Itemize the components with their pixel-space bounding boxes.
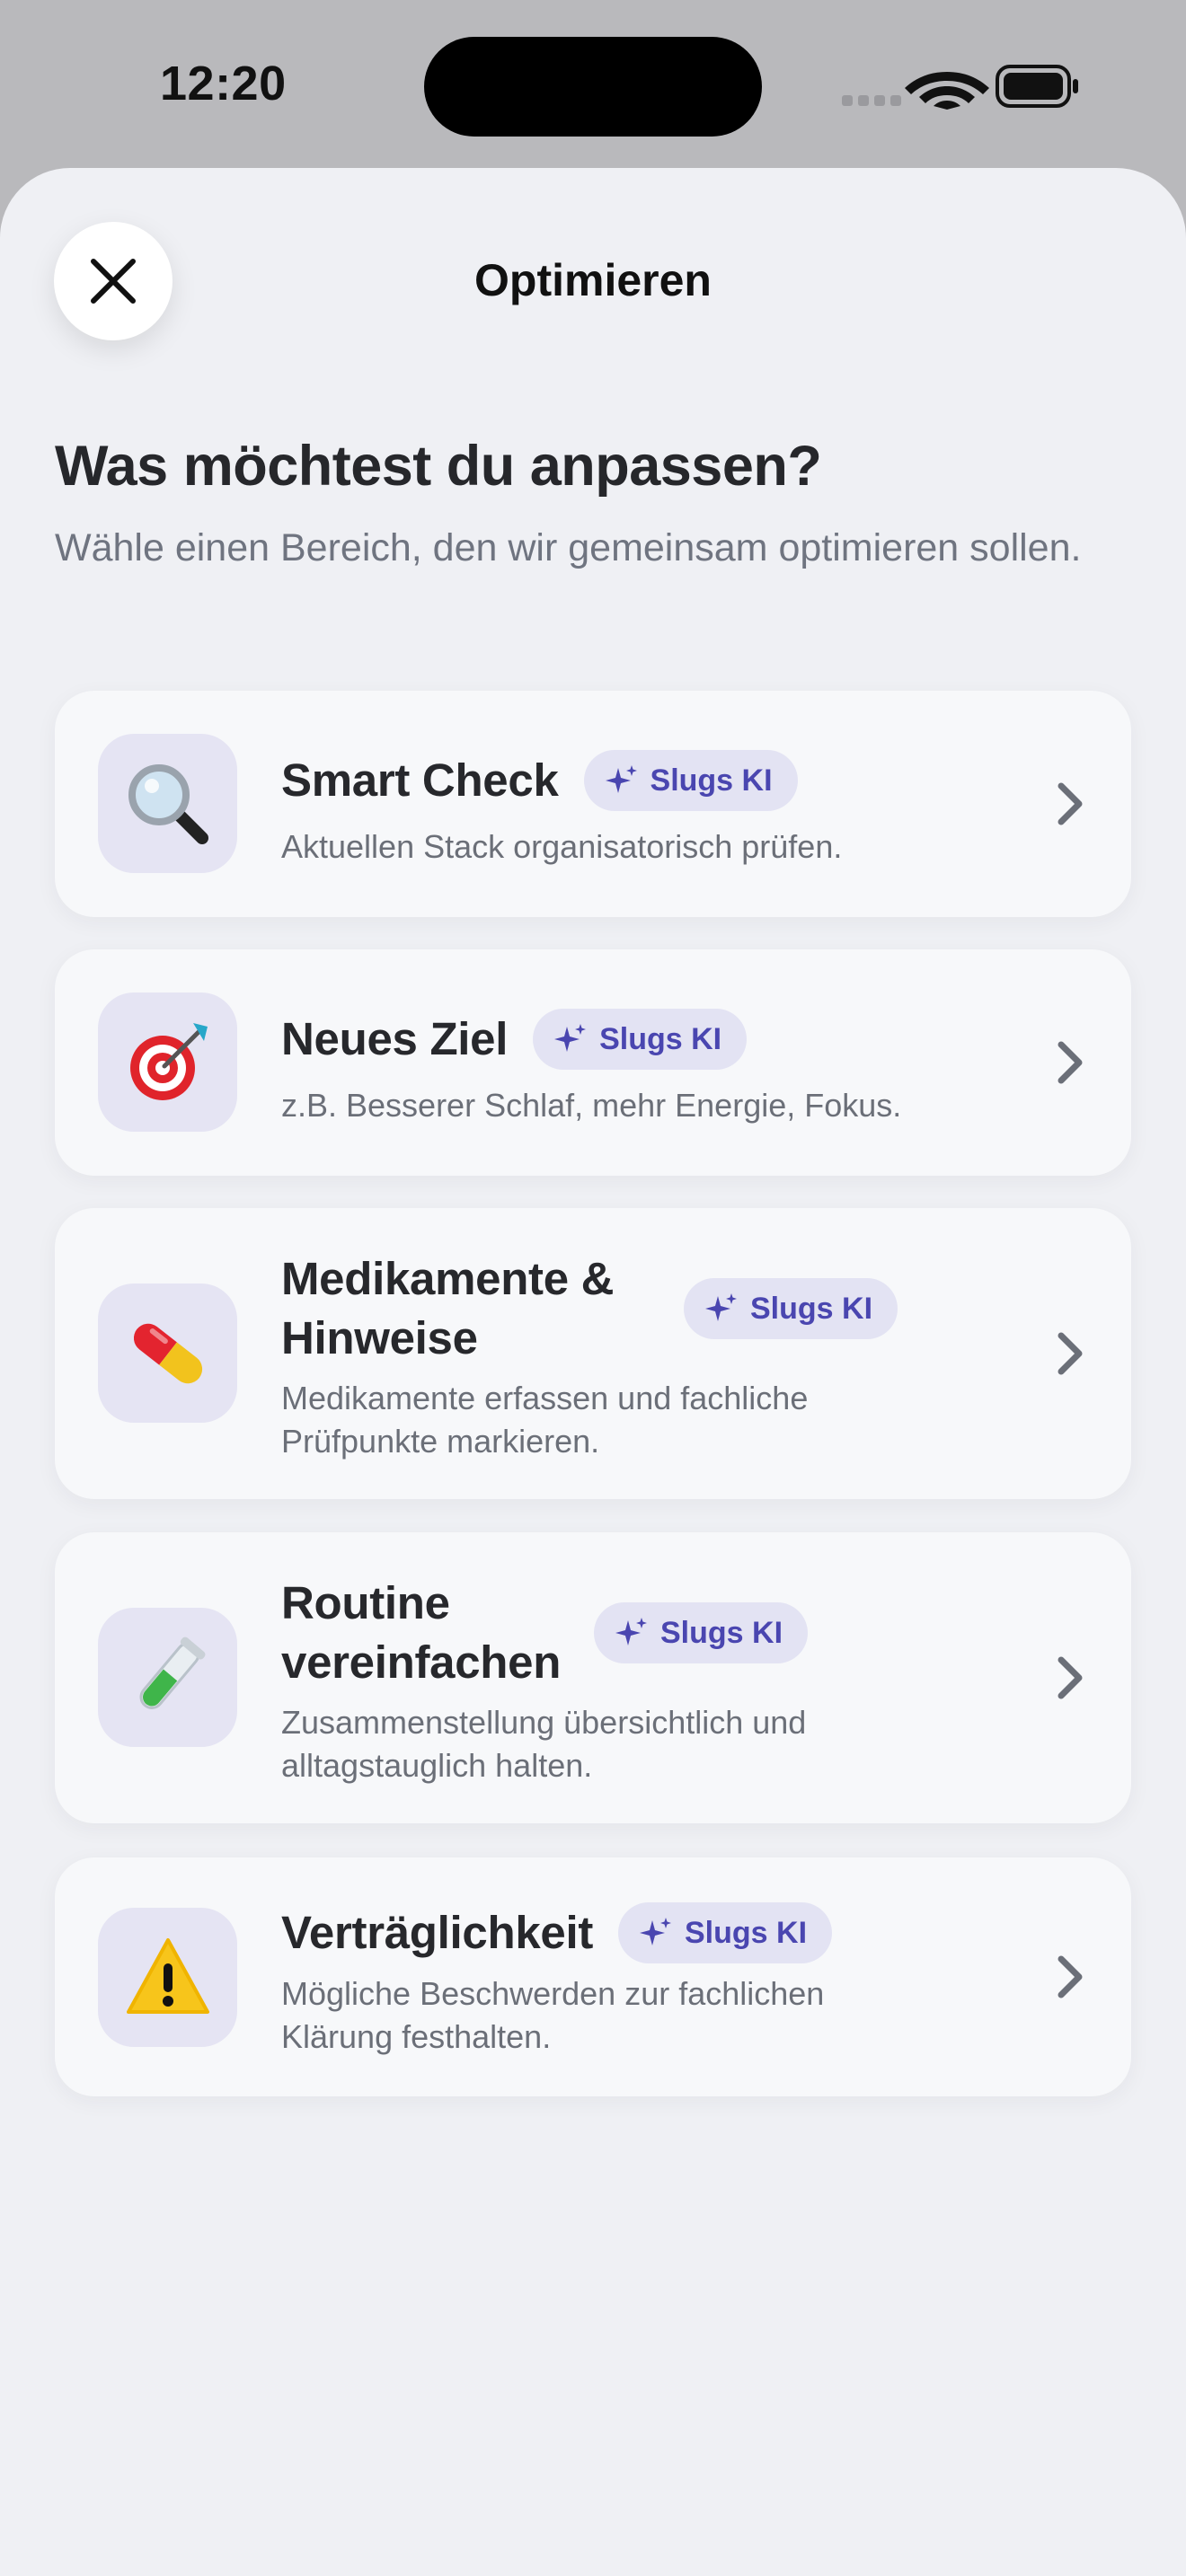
- sparkle-icon: [605, 765, 637, 793]
- chevron-right-icon: [1058, 1656, 1083, 1699]
- badge-label: Slugs KI: [599, 1021, 722, 1056]
- icon-tile: [98, 992, 237, 1132]
- icon-tile: [98, 1908, 237, 2047]
- badge-label: Slugs KI: [650, 763, 773, 798]
- pill-icon: [133, 1323, 202, 1383]
- chevron-right-icon: [1058, 782, 1083, 825]
- target-icon: [129, 1022, 208, 1100]
- chevron-right-icon: [1058, 1955, 1083, 1998]
- ai-badge: Slugs KI: [618, 1902, 833, 1963]
- badge-label: Slugs KI: [685, 1915, 808, 1950]
- ai-badge: Slugs KI: [684, 1278, 898, 1339]
- chevron-right-icon: [1058, 1332, 1083, 1375]
- magnifying-glass-icon: [128, 763, 208, 844]
- option-title: Routine vereinfachen: [281, 1577, 562, 1688]
- cellular-dots-icon: [842, 95, 901, 106]
- page-subheading: Wähle einen Bereich, den wir gemeinsam o…: [55, 526, 1082, 569]
- sparkle-icon: [554, 1024, 587, 1052]
- status-icons: [842, 65, 1078, 110]
- status-time: 12:20: [160, 57, 287, 110]
- icon-tile: [98, 1284, 237, 1423]
- sparkle-icon: [640, 1918, 671, 1945]
- badge-label: Slugs KI: [750, 1291, 873, 1326]
- icon-tile: [98, 1608, 237, 1747]
- option-medications[interactable]: Medikamente & Hinweise Slugs KI Medikame…: [55, 1208, 1131, 1499]
- option-description: Aktuellen Stack organisatorisch prüfen.: [281, 828, 843, 865]
- status-bar: 12:20: [0, 0, 1186, 166]
- sparkle-icon: [705, 1293, 737, 1321]
- option-new-goal[interactable]: Neues Ziel Slugs KI z.B. Besserer Schlaf…: [55, 949, 1131, 1176]
- option-description: Mögliche Beschwerden zur fachlichen Klär…: [281, 1975, 825, 2055]
- option-smart-check[interactable]: Smart Check Slugs KI Aktuellen Stack org…: [55, 691, 1131, 917]
- sheet-title: Optimieren: [474, 255, 712, 305]
- dynamic-island: [424, 37, 762, 137]
- icon-tile: [98, 734, 237, 873]
- option-tolerability[interactable]: Verträglichkeit Slugs KI Mögliche Beschw…: [55, 1857, 1131, 2096]
- wifi-icon: [905, 72, 989, 110]
- battery-icon: [996, 65, 1078, 108]
- ai-badge: Slugs KI: [533, 1009, 748, 1070]
- option-description: z.B. Besserer Schlaf, mehr Energie, Foku…: [281, 1087, 902, 1124]
- warning-icon: [126, 1937, 209, 2014]
- page-heading: Was möchtest du anpassen?: [55, 435, 822, 498]
- badge-label: Slugs KI: [660, 1615, 783, 1650]
- option-simplify-routine[interactable]: Routine vereinfachen Slugs KI Zusammenst…: [55, 1532, 1131, 1823]
- ai-badge: Slugs KI: [583, 750, 798, 811]
- option-title: Medikamente & Hinweise: [281, 1253, 615, 1363]
- option-title: Verträglichkeit: [281, 1907, 593, 1958]
- optimize-sheet: Optimieren Was möchtest du anpassen? Wäh…: [0, 168, 1186, 2576]
- option-title: Neues Ziel: [281, 1013, 509, 1064]
- chevron-right-icon: [1058, 1041, 1083, 1084]
- option-description: Zusammenstellung übersichtlich und allta…: [281, 1704, 807, 1784]
- option-description: Medikamente erfassen und fachliche Prüfp…: [281, 1380, 809, 1460]
- option-title: Smart Check: [281, 754, 559, 806]
- sparkle-icon: [615, 1618, 647, 1645]
- test-tube-icon: [139, 1636, 205, 1709]
- ai-badge: Slugs KI: [594, 1602, 809, 1663]
